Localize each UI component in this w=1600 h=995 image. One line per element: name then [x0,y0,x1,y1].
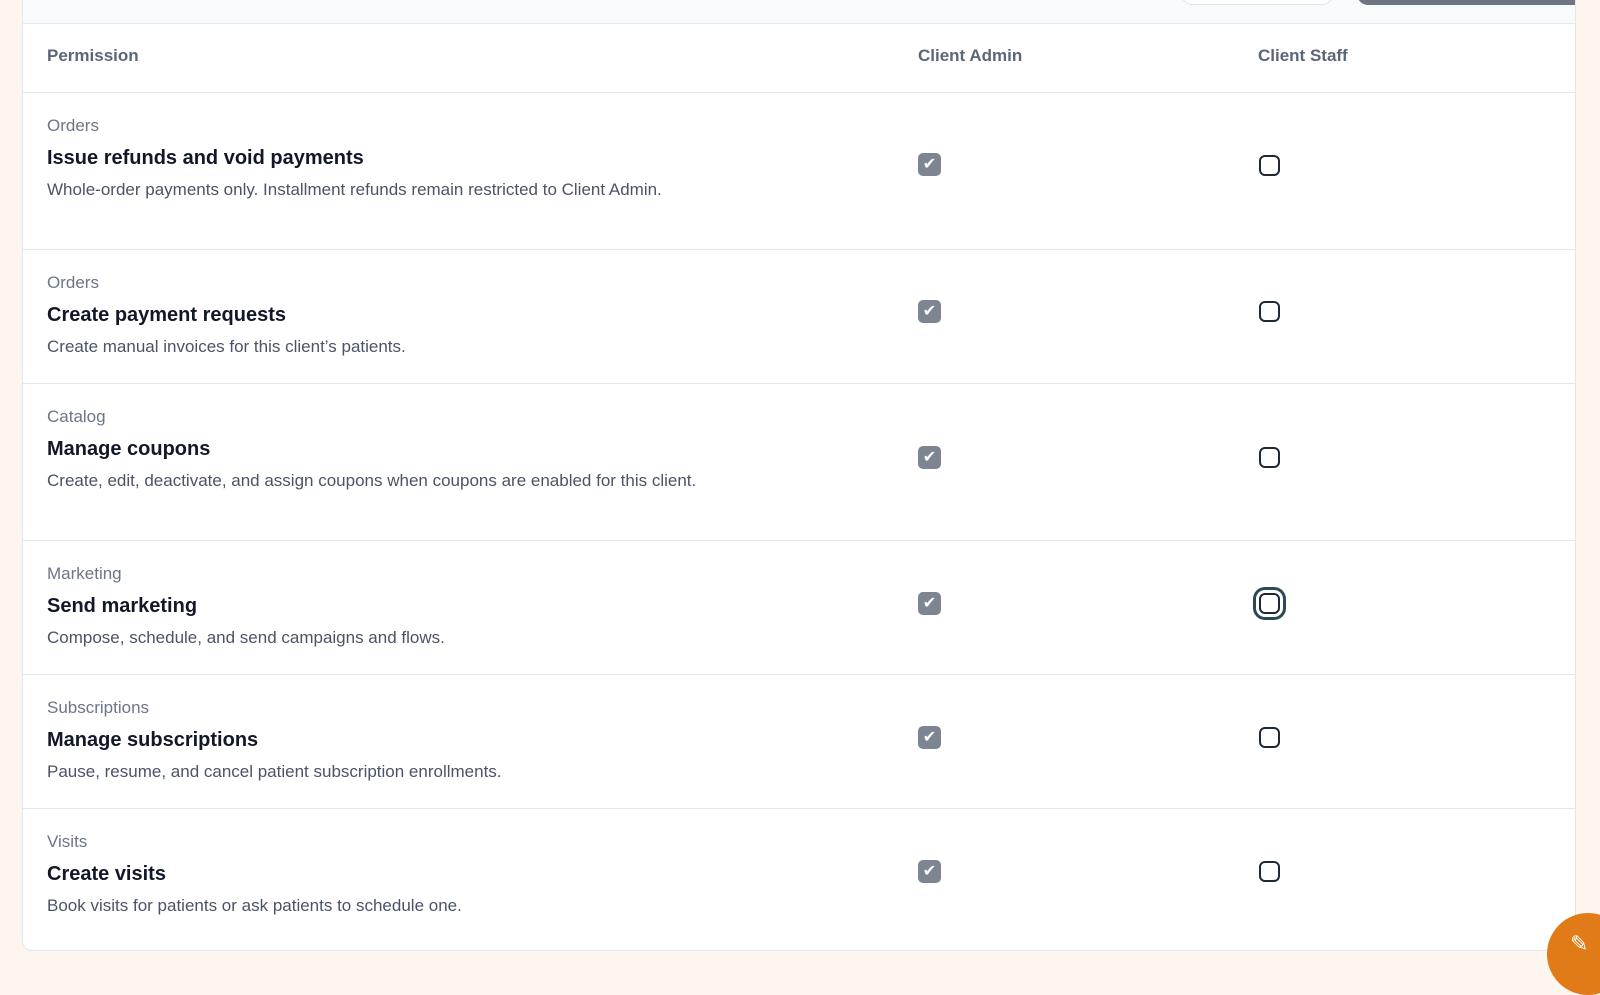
permission-category: Subscriptions [47,698,150,717]
permission-category: Orders [47,116,99,135]
table-row: Catalog Manage coupons Create, edit, dea… [23,384,1575,541]
table-row: Subscriptions Manage subscriptions Pause… [23,675,1575,809]
check-icon: ✔ [922,594,937,612]
primary-button[interactable] [1357,0,1575,5]
permission-description: Pause, resume, and cancel patient subscr… [47,762,502,781]
table-row: Visits Create visits Book visits for pat… [23,809,1575,943]
client-admin-checkbox[interactable]: ✔ [918,860,941,883]
permission-category: Visits [47,832,88,851]
secondary-button[interactable] [1181,0,1333,5]
column-header-client-admin: Client Admin [918,46,1023,65]
column-header-client-staff: Client Staff [1258,46,1348,65]
column-header-permission: Permission [47,46,139,65]
client-staff-checkbox[interactable] [1259,155,1280,176]
permission-title: Manage coupons [47,438,211,460]
permission-title: Create payment requests [47,304,286,326]
client-staff-checkbox[interactable] [1259,861,1280,882]
client-staff-checkbox[interactable] [1259,727,1280,748]
permission-title: Issue refunds and void payments [47,147,364,169]
permission-description: Whole-order payments only. Installment r… [47,180,662,199]
client-admin-checkbox[interactable]: ✔ [918,446,941,469]
table-row: Marketing Send marketing Compose, schedu… [23,541,1575,675]
check-icon: ✔ [922,448,937,466]
permission-title: Send marketing [47,595,198,617]
client-admin-checkbox[interactable]: ✔ [918,300,941,323]
permission-title: Create visits [47,863,166,885]
client-staff-checkbox[interactable] [1259,301,1280,322]
client-admin-checkbox[interactable]: ✔ [918,726,941,749]
permission-description: Compose, schedule, and send campaigns an… [47,628,445,647]
client-admin-checkbox[interactable]: ✔ [918,153,941,176]
check-icon: ✔ [922,302,937,320]
permission-category: Marketing [47,564,122,583]
table-row: Orders Create payment requests Create ma… [23,250,1575,384]
check-icon: ✔ [922,728,937,746]
table-row: Orders Issue refunds and void payments W… [23,93,1575,250]
check-icon: ✔ [922,862,937,880]
permissions-panel: Permission Client Admin Client Staff Ord… [22,0,1576,951]
client-staff-checkbox[interactable] [1259,593,1280,614]
permission-category: Orders [47,273,99,292]
table-header: Permission Client Admin Client Staff [23,24,1575,93]
client-admin-checkbox[interactable]: ✔ [918,592,941,615]
permission-description: Create, edit, deactivate, and assign cou… [47,471,697,490]
panel-toolbar [23,0,1575,24]
pencil-icon: ✎ [1570,931,1589,956]
client-staff-checkbox[interactable] [1259,447,1280,468]
permission-description: Book visits for patients or ask patients… [47,896,462,915]
permission-title: Manage subscriptions [47,729,259,751]
permission-description: Create manual invoices for this client’s… [47,337,406,356]
permissions-table: Permission Client Admin Client Staff Ord… [23,24,1575,943]
check-icon: ✔ [922,155,937,173]
permission-category: Catalog [47,407,106,426]
